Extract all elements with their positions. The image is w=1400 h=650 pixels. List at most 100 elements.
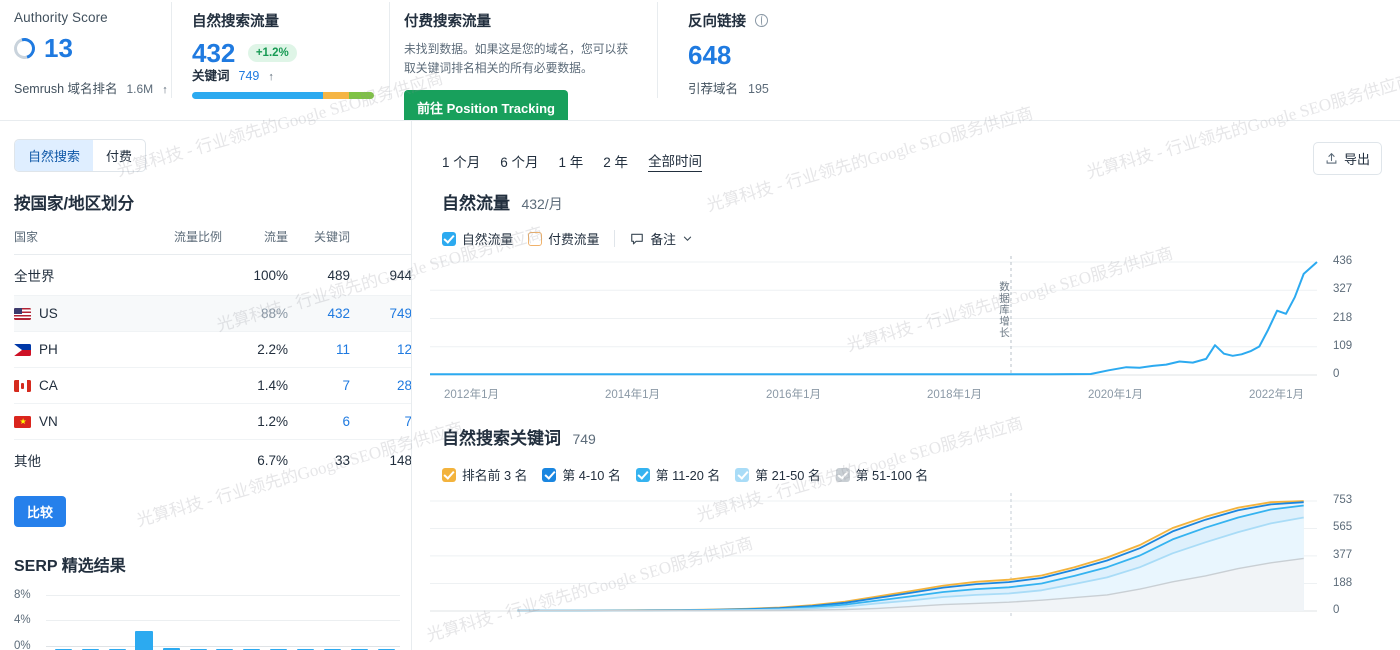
- cell-traffic[interactable]: 11: [288, 331, 350, 368]
- table-row[interactable]: 全世界 100% 489 944: [14, 254, 412, 296]
- cell-traffic-percent: 1.4%: [222, 367, 288, 404]
- globe-icon: [755, 14, 769, 27]
- keyword-distribution-segment: [323, 92, 349, 99]
- date-range-tab-3[interactable]: 2 年: [603, 151, 628, 171]
- organic-traffic-chart[interactable]: 436 327 218 109 0 数据库增长: [430, 255, 1385, 391]
- date-range-tab-1[interactable]: 6 个月: [500, 151, 538, 171]
- table-row[interactable]: US 88% 432 749: [14, 295, 412, 332]
- date-range-tab-0[interactable]: 1 个月: [442, 151, 480, 171]
- keywords-label: 关键词: [192, 69, 230, 83]
- legend-divider: [614, 230, 616, 247]
- serp-ytick-0: 0%: [14, 640, 31, 650]
- left-panel: 自然搜索 付费 按国家/地区划分 国家 流量比例 流量 关键词 全世界 100% 48…: [0, 121, 412, 650]
- x-tick-label: 2014年1月: [605, 389, 660, 401]
- traffic-legend[interactable]: 自然流量 付费流量 备注: [442, 229, 693, 248]
- organic-traffic-change-badge: +1.2%: [247, 44, 297, 62]
- summary-header: Authority Score 13 Semrush 域名排名 1.6M ↑ 自…: [0, 0, 1400, 125]
- flag-icon-vn: ★: [14, 415, 31, 428]
- keywords-up-arrow-icon: ↑: [268, 71, 274, 83]
- table-row[interactable]: 其他 6.7% 33 148: [14, 440, 412, 481]
- traffic-type-tab-1[interactable]: 付费: [93, 140, 145, 171]
- cell-traffic-percent: 88%: [222, 295, 288, 332]
- flag-icon-us: [14, 307, 31, 320]
- cell-traffic-share-bar: [130, 440, 222, 481]
- paid-search-label: 付费搜索流量: [404, 14, 491, 30]
- notes-dropdown[interactable]: 备注: [630, 229, 693, 248]
- export-button[interactable]: 导出: [1312, 142, 1382, 175]
- legend-paid-traffic[interactable]: 付费流量: [528, 229, 599, 248]
- x-tick-label: 2016年1月: [766, 389, 821, 401]
- export-button-label: 导出: [1343, 152, 1370, 167]
- traffic-type-tab-0[interactable]: 自然搜索: [15, 140, 94, 171]
- backlinks-value[interactable]: 648: [688, 42, 898, 68]
- cell-keywords[interactable]: 7: [350, 403, 412, 440]
- organic-traffic-block-header: 自然流量 432/月: [442, 189, 563, 214]
- checkbox-paid-traffic[interactable]: [528, 231, 543, 246]
- serp-ytick-4: 4%: [14, 614, 31, 626]
- semrush-rank-label: Semrush 域名排名: [14, 82, 118, 96]
- date-range-tabs[interactable]: 1 个月 6 个月 1 年 2 年全部时间: [442, 150, 703, 172]
- date-range-tab-2[interactable]: 1 年: [559, 151, 584, 171]
- legend-keyword-bucket-0[interactable]: 排名前 3 名: [442, 465, 527, 484]
- organic-traffic-label: 自然搜索流量: [192, 14, 279, 30]
- keywords-legend[interactable]: 排名前 3 名 第 4-10 名 第 11-20 名 第 21-50 名 第 51-10…: [442, 465, 928, 484]
- table-header-row: 国家 流量比例 流量 关键词: [14, 228, 412, 255]
- cell-keywords[interactable]: 12: [350, 331, 412, 368]
- table-row[interactable]: PH 2.2% 11 12: [14, 331, 412, 368]
- legend-keyword-bucket-4[interactable]: 第 51-100 名: [835, 465, 928, 484]
- cell-traffic-share-bar: [130, 367, 222, 404]
- organic-traffic-chart-title: 自然流量: [442, 194, 510, 213]
- organic-keywords-block-header: 自然搜索关键词 749: [442, 424, 596, 449]
- legend-paid-traffic-label: 付费流量: [548, 232, 600, 247]
- y-tick-label: 218: [1333, 311, 1353, 324]
- cell-traffic[interactable]: 432: [288, 295, 350, 332]
- organic-traffic-value[interactable]: 432: [192, 38, 235, 68]
- flag-icon-ca: [14, 379, 31, 392]
- organic-keywords-chart[interactable]: 753 565 377 188 0: [430, 493, 1385, 633]
- legend-keyword-bucket-3[interactable]: 第 21-50 名: [735, 465, 821, 484]
- checkbox-organic-traffic[interactable]: [442, 231, 456, 246]
- legend-keyword-bucket-2[interactable]: 第 11-20 名: [635, 465, 720, 484]
- y-tick-label: 565: [1333, 521, 1353, 534]
- paid-search-description: 未找到数据。如果这是您的域名，您可以获取关键词排名相关的所有必要数据。: [404, 42, 629, 76]
- checkbox-keyword-bucket-2[interactable]: [635, 467, 650, 482]
- serp-bar[interactable]: [135, 631, 154, 650]
- authority-score-value[interactable]: 13: [44, 35, 73, 61]
- note-icon: [631, 233, 644, 244]
- position-tracking-button[interactable]: 前往 Position Tracking: [404, 89, 568, 125]
- keywords-value[interactable]: 749: [239, 69, 260, 83]
- table-row[interactable]: CA 1.4% 7 28: [14, 367, 412, 404]
- cell-traffic[interactable]: 6: [288, 403, 350, 440]
- legend-keyword-bucket-1[interactable]: 第 4-10 名: [542, 465, 621, 484]
- legend-organic-traffic[interactable]: 自然流量: [442, 229, 513, 248]
- organic-traffic-card: 自然搜索流量 432 +1.2% 关键词 749 ↑: [172, 0, 390, 111]
- cell-country: 全世界: [14, 254, 130, 296]
- keyword-distribution-bar: [192, 92, 374, 99]
- checkbox-keyword-bucket-4[interactable]: [835, 467, 850, 482]
- cell-traffic: 489: [288, 254, 350, 296]
- cell-keywords[interactable]: 749: [350, 295, 412, 332]
- checkbox-keyword-bucket-1[interactable]: [542, 467, 557, 482]
- traffic-type-tabs[interactable]: 自然搜索 付费: [14, 139, 147, 172]
- serp-features-title: SERP 精选结果: [14, 558, 126, 575]
- checkbox-keyword-bucket-0[interactable]: [442, 467, 456, 482]
- country-name: US: [39, 306, 58, 321]
- legend-keyword-bucket-label: 排名前 3 名: [462, 468, 528, 483]
- authority-score-card: Authority Score 13 Semrush 域名排名 1.6M ↑: [0, 0, 172, 111]
- cell-keywords[interactable]: 28: [350, 367, 412, 404]
- checkbox-keyword-bucket-3[interactable]: [735, 467, 750, 482]
- date-range-tab-4[interactable]: 全部时间: [648, 150, 703, 172]
- table-row[interactable]: ★ VN 1.2% 6 7: [14, 403, 412, 440]
- cell-traffic[interactable]: 7: [288, 367, 350, 404]
- cell-traffic-percent: 100%: [222, 254, 288, 296]
- cell-traffic-share-bar: [130, 403, 222, 440]
- main-panel: 1 个月 6 个月 1 年 2 年全部时间 导出 自然流量 432/月 自然流量 付费…: [412, 121, 1400, 650]
- cell-traffic-share-bar: [130, 295, 222, 332]
- cell-country: US: [14, 295, 130, 332]
- y-tick-label: 188: [1333, 576, 1353, 589]
- authority-donut-icon: [10, 33, 39, 63]
- x-tick-label: 2020年1月: [1088, 389, 1143, 401]
- x-tick-label: 2012年1月: [444, 389, 499, 401]
- compare-button[interactable]: 比较: [14, 496, 67, 527]
- col-country: 国家: [14, 230, 39, 244]
